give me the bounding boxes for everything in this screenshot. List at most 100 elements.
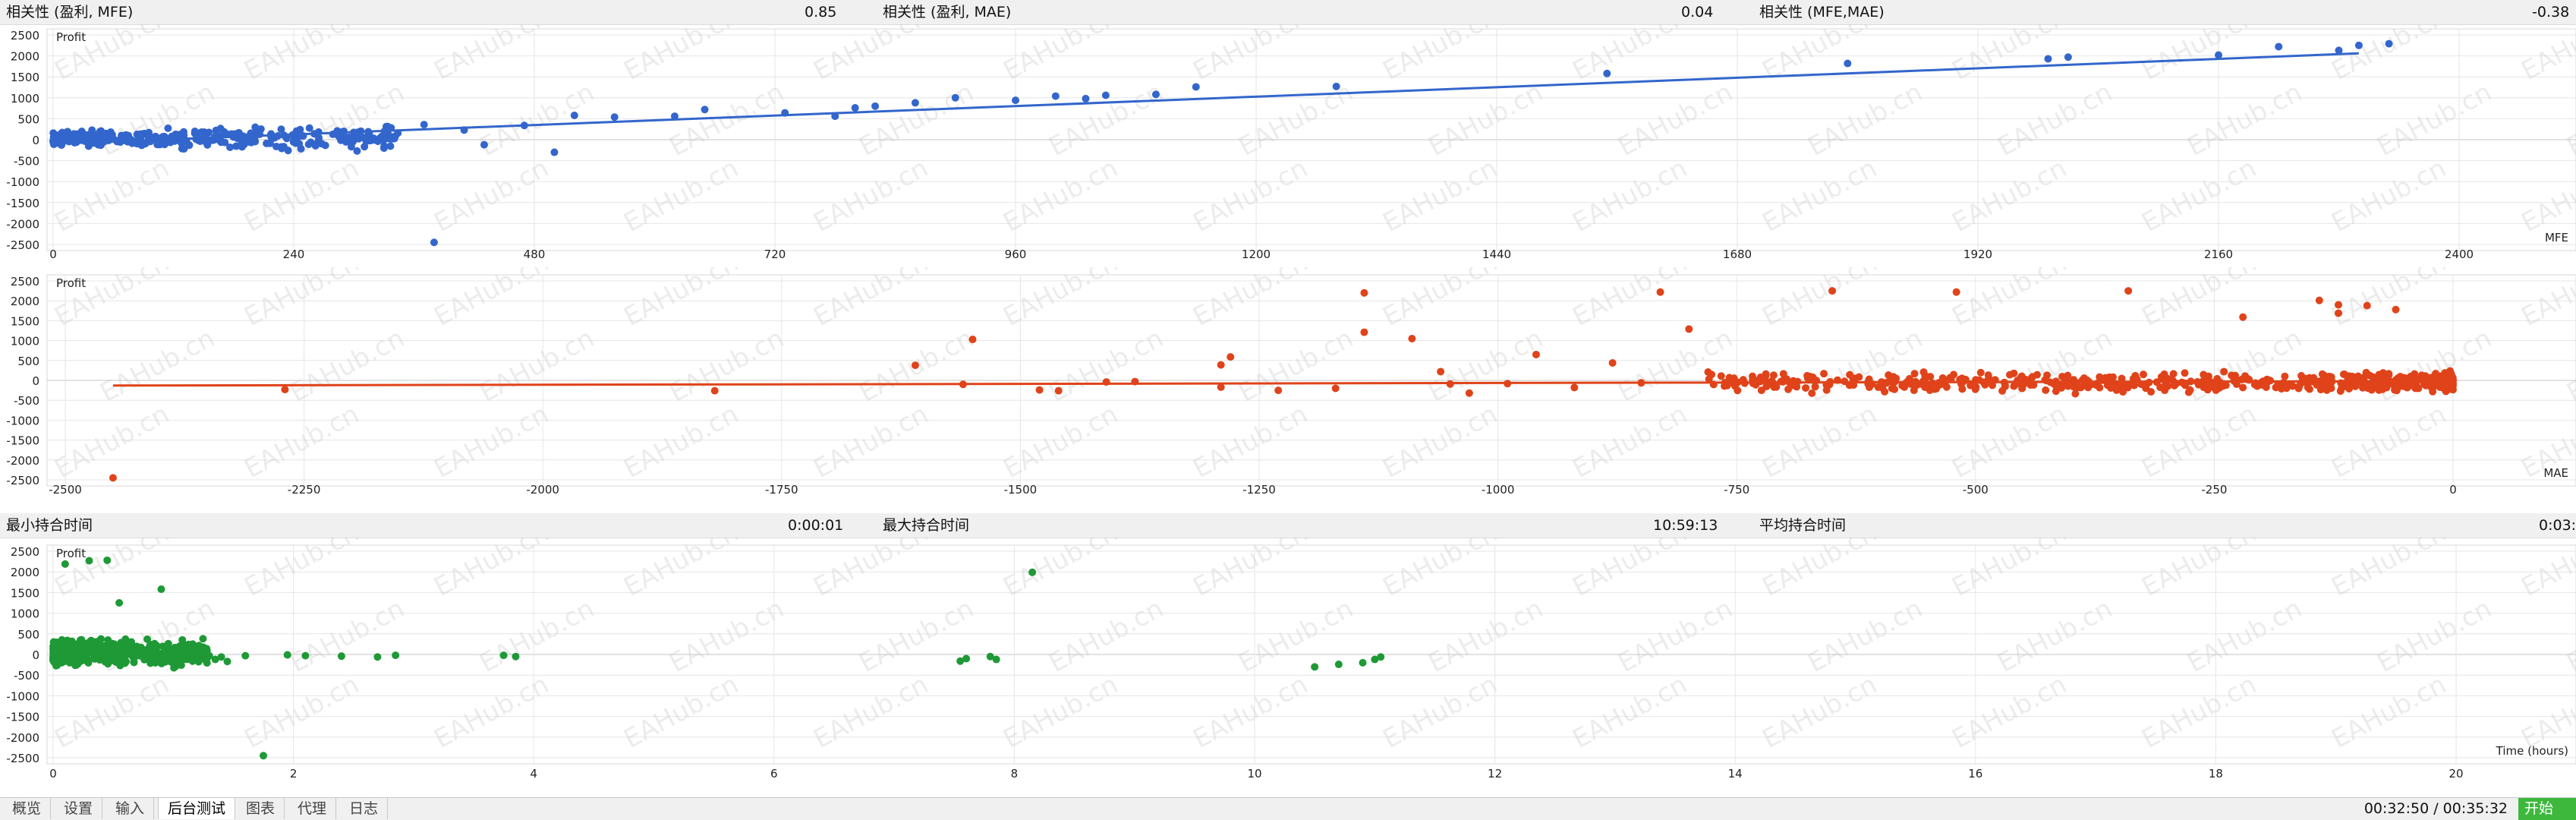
data-point [1855,373,1863,381]
x-tick-label: 14 [1728,767,1743,781]
data-point [373,653,382,661]
x-tick-label: 18 [2209,767,2223,781]
data-point [1946,374,1954,382]
data-point [2042,377,2051,385]
data-point [153,140,162,149]
x-axis-title: MFE [2545,231,2568,244]
data-point [1725,374,1734,382]
data-point [986,652,994,661]
data-point [1748,372,1756,380]
data-point [109,474,117,482]
data-point [354,134,363,143]
data-point [163,641,172,649]
y-tick-label: 2000 [11,566,39,579]
data-point [430,238,438,247]
data-point [2334,301,2342,309]
data-point [2375,386,2383,394]
y-tick-label: 1500 [11,586,39,600]
data-point [377,132,386,140]
x-tick-label: 2160 [2204,248,2233,261]
data-point [295,140,304,148]
tab-journal[interactable]: 日志 [340,798,389,819]
data-point [347,143,355,151]
y-tick-label: 1500 [11,71,39,84]
tab-overview[interactable]: 概览 [3,798,52,819]
data-point [1532,350,1540,358]
stat-label-profit-mfe: 相关性 (盈利, MFE) [6,4,134,20]
data-point [93,642,102,650]
data-point [1465,389,1473,397]
data-point [911,99,919,107]
data-point [84,658,93,667]
data-point [263,139,271,147]
y-tick-label: -1500 [6,711,39,724]
data-point [1051,92,1060,100]
stat-label-avg-hold: 平均持合时间 [1759,517,1847,534]
x-tick-label: 1440 [1482,248,1511,261]
data-point [2336,387,2345,396]
data-point [1332,82,1340,90]
x-tick-label: 240 [283,248,305,261]
data-point [499,651,508,660]
data-point [2368,384,2376,393]
x-tick-label: -1250 [1242,483,1276,497]
y-tick-label: -2500 [6,752,39,765]
data-point [2315,296,2323,304]
x-tick-label: -2500 [49,483,82,497]
data-point [2105,373,2114,381]
data-point [1035,386,1044,394]
tab-chart[interactable]: 图表 [237,798,285,819]
data-point [50,658,58,666]
y-tick-label: -1000 [6,414,39,427]
tab-settings[interactable]: 设置 [55,798,103,819]
data-point [2334,309,2342,317]
chart-profit-mfe-svg: 2500 2000 1500 1000 500 0 -500 -1000 -1500 -2000 -… [6,24,2576,261]
data-point [1082,94,1090,102]
data-point [102,129,110,137]
data-point [1958,385,1967,393]
tab-agents[interactable]: 代理 [288,798,337,819]
data-point [311,141,320,150]
data-point [156,654,164,663]
data-point [1802,383,1810,392]
data-point [2354,41,2363,49]
y-tick-label: 1000 [11,335,39,348]
y-tick-label: -2500 [6,474,39,487]
y-tick-label: 2000 [11,295,39,308]
data-point [2389,379,2398,387]
stat-value-profit-mae: 0.04 [1681,4,1714,20]
chart-profit-time: 2500 2000 1500 1000 500 0 -500 -1000 -1500 -2000 -… [0,538,2576,797]
chart-profit-mae: 2500 2000 1500 1000 500 0 -500 -1000 -1500 -2000 -… [0,267,2576,513]
data-point [1844,59,1852,68]
data-point [1846,371,1854,379]
x-tick-label: 16 [1968,767,1982,781]
chart-profit-mae-svg: 2500 2000 1500 1000 500 0 -500 -1000 -1500 -2000 -… [6,267,2576,497]
data-point [150,639,159,648]
correlation-stats-bar: 相关性 (盈利, MFE) 0.85 相关性 (盈利, MAE) 0.04 相关… [0,0,2576,25]
data-point [2448,384,2457,393]
y-tick-label: 2500 [11,275,39,289]
data-point [160,140,168,149]
stat-label-profit-mae: 相关性 (盈利, MAE) [883,4,1012,20]
stat-value-avg-hold: 0:03:1 [2539,517,2576,534]
data-point [136,645,144,654]
data-point [223,658,231,666]
data-point [2157,373,2165,381]
tab-inputs[interactable]: 输入 [106,798,155,819]
data-point [2392,305,2400,314]
data-point [58,641,66,649]
stat-value-min-hold: 0:00:01 [788,517,844,534]
data-point [1704,367,1712,376]
data-point [129,648,137,656]
data-point [2220,367,2228,376]
data-point [191,128,199,136]
data-point [127,639,135,648]
x-tick-label: 1200 [1242,248,1271,261]
x-tick-label: 1680 [1723,248,1752,261]
data-point [1192,83,1200,91]
tab-backtest[interactable]: 后台测试 [158,798,236,819]
x-tick-label: 480 [524,248,546,261]
data-point [1054,386,1063,395]
start-button[interactable]: 开始 [2518,798,2576,820]
data-point [2239,383,2247,392]
